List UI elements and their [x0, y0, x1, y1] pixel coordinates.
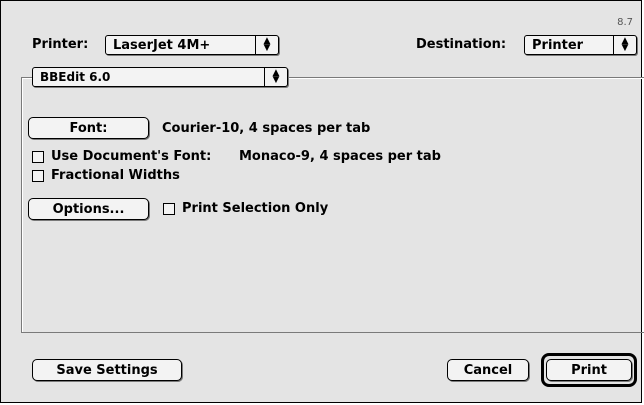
fractional-widths-label[interactable]: Fractional Widths: [51, 168, 180, 183]
destination-popup-value: Printer: [532, 37, 584, 53]
print-button-label: Print: [571, 362, 607, 378]
print-selection-only-label[interactable]: Print Selection Only: [182, 201, 328, 216]
use-document-font-value: Monaco-9, 4 spaces per tab: [239, 149, 441, 164]
app-section-popup[interactable]: BBEdit 6.0 ▲ ▼: [32, 67, 288, 87]
up-down-arrows-icon: ▲ ▼: [613, 36, 636, 54]
font-button[interactable]: Font:: [28, 117, 149, 139]
save-settings-button-label: Save Settings: [56, 362, 158, 378]
print-selection-only-checkbox[interactable]: [163, 203, 175, 215]
printer-label: Printer:: [32, 37, 89, 52]
destination-popup[interactable]: Printer ▲ ▼: [524, 35, 637, 55]
up-down-arrows-icon: ▲ ▼: [255, 36, 278, 54]
destination-label: Destination:: [416, 37, 507, 52]
font-button-label: Font:: [69, 120, 108, 136]
version-label: 8.7: [617, 17, 633, 28]
printer-popup[interactable]: LaserJet 4M+ ▲ ▼: [105, 35, 279, 55]
cancel-button[interactable]: Cancel: [447, 359, 529, 381]
up-down-arrows-icon: ▲ ▼: [264, 68, 287, 86]
fractional-widths-checkbox[interactable]: [32, 170, 44, 182]
cancel-button-label: Cancel: [463, 362, 513, 378]
print-dialog: 8.7 Printer: LaserJet 4M+ ▲ ▼ Destination…: [0, 0, 644, 403]
printer-popup-value: LaserJet 4M+: [113, 37, 211, 53]
use-document-font-label[interactable]: Use Document's Font:: [51, 149, 211, 164]
use-document-font-checkbox[interactable]: [32, 151, 44, 163]
app-section-popup-value: BBEdit 6.0: [40, 70, 111, 84]
save-settings-button[interactable]: Save Settings: [32, 359, 182, 381]
font-value: Courier-10, 4 spaces per tab: [162, 121, 371, 136]
print-button[interactable]: Print: [546, 359, 632, 381]
options-button-label: Options...: [52, 201, 125, 217]
options-button[interactable]: Options...: [28, 198, 149, 220]
